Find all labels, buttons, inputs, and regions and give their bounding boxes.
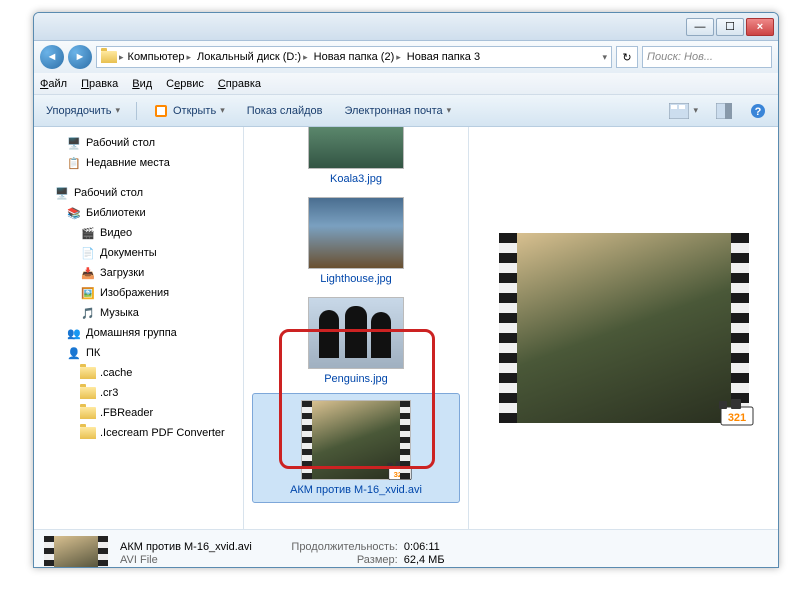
breadcrumb-label[interactable]: Новая папка (2) xyxy=(314,51,395,63)
maximize-button[interactable]: ☐ xyxy=(716,18,744,36)
close-button[interactable]: × xyxy=(746,18,774,36)
titlebar: — ☐ × xyxy=(34,13,778,41)
breadcrumb: Локальный диск (D:)▸ xyxy=(195,51,310,63)
chevron-down-icon[interactable]: ▾ xyxy=(602,52,607,63)
back-button[interactable]: ◄ xyxy=(40,45,64,69)
tree-item-desktop[interactable]: 🖥️Рабочий стол xyxy=(38,133,239,153)
downloads-icon: 📥 xyxy=(80,265,96,281)
tree-item-folder[interactable]: .cache xyxy=(38,363,239,383)
svg-text:321: 321 xyxy=(727,412,745,424)
breadcrumb-label[interactable]: Компьютер xyxy=(128,51,185,63)
search-input[interactable]: Поиск: Нов... xyxy=(642,46,772,68)
video-icon: 🎬 xyxy=(80,225,96,241)
tree-item-music[interactable]: 🎵Музыка xyxy=(38,303,239,323)
tree-item-pictures[interactable]: 🖼️Изображения xyxy=(38,283,239,303)
breadcrumb: Новая папка 3 xyxy=(405,51,482,63)
email-button[interactable]: Электронная почта ▾ xyxy=(338,103,457,119)
toolbar: Упорядочить ▾ Открыть ▾ Показ слайдов Эл… xyxy=(34,95,778,127)
minimize-button[interactable]: — xyxy=(686,18,714,36)
file-label: Lighthouse.jpg xyxy=(248,273,464,285)
breadcrumb: Компьютер▸ xyxy=(126,51,193,63)
status-width-label: Ширина кадра: xyxy=(120,567,400,569)
file-item[interactable]: Koala3.jpg xyxy=(244,127,468,191)
tree-item-folder[interactable]: .FBReader xyxy=(38,403,239,423)
desktop-icon: 🖥️ xyxy=(66,135,82,151)
file-label: АКМ против М-16_xvid.avi xyxy=(257,484,455,496)
file-item[interactable]: Lighthouse.jpg xyxy=(244,191,468,291)
organize-button[interactable]: Упорядочить ▾ xyxy=(40,103,126,119)
folder-icon xyxy=(80,365,96,381)
open-button[interactable]: Открыть ▾ xyxy=(147,101,231,121)
chevron-right-icon: ▸ xyxy=(119,52,124,63)
tree-item-folder[interactable]: .Icecream PDF Converter xyxy=(38,423,239,443)
desktop-icon: 🖥️ xyxy=(54,185,70,201)
status-bar: АКМ против М-16_xvid.avi Продолжительнос… xyxy=(34,529,778,568)
file-item[interactable]: Penguins.jpg xyxy=(244,291,468,391)
mpc-icon: 321 xyxy=(717,399,757,429)
tree-item-documents[interactable]: 📄Документы xyxy=(38,243,239,263)
forward-button[interactable]: ► xyxy=(68,45,92,69)
folder-icon xyxy=(80,385,96,401)
slideshow-button[interactable]: Показ слайдов xyxy=(241,103,329,119)
file-label: Penguins.jpg xyxy=(248,373,464,385)
homegroup-icon: 👥 xyxy=(66,325,82,341)
preview-pane: 321 xyxy=(469,127,778,529)
tree-item-folder[interactable]: .cr3 xyxy=(38,383,239,403)
preview-thumbnail: 321 xyxy=(499,233,749,423)
refresh-button[interactable]: ↻ xyxy=(616,46,638,68)
view-options-button[interactable]: ▾ xyxy=(663,101,704,121)
file-item-selected[interactable]: 321 АКМ против М-16_xvid.avi xyxy=(252,393,460,503)
status-width: 320 xyxy=(406,567,424,569)
chevron-right-icon: ▸ xyxy=(396,52,401,63)
status-length-label: Продолжительность: xyxy=(258,541,398,553)
file-list: Koala3.jpg Lighthouse.jpg Penguins.jpg xyxy=(244,127,469,529)
menu-tools[interactable]: Сервис xyxy=(166,78,204,90)
svg-text:?: ? xyxy=(755,106,762,118)
tree-item-downloads[interactable]: 📥Загрузки xyxy=(38,263,239,283)
pictures-icon: 🖼️ xyxy=(80,285,96,301)
preview-pane-button[interactable] xyxy=(710,101,738,121)
menu-bar: Файл Правка Вид Сервис Справка xyxy=(34,73,778,95)
folder-icon xyxy=(101,49,117,65)
docs-icon: 📄 xyxy=(80,245,96,261)
status-filetype: AVI File xyxy=(120,554,158,566)
tree-item-desktop-root[interactable]: 🖥️Рабочий стол xyxy=(38,183,239,203)
menu-edit[interactable]: Правка xyxy=(81,78,118,90)
user-icon: 👤 xyxy=(66,345,82,361)
address-bar[interactable]: ▸ Компьютер▸ Локальный диск (D:)▸ Новая … xyxy=(96,46,612,68)
menu-view[interactable]: Вид xyxy=(132,78,152,90)
navigation-pane: 🖥️Рабочий стол 📋Недавние места 🖥️Рабочий… xyxy=(34,127,244,529)
status-size: 62,4 МБ xyxy=(404,554,445,566)
app-icon xyxy=(153,103,169,119)
status-size-label: Размер: xyxy=(164,554,398,566)
recent-icon: 📋 xyxy=(66,155,82,171)
folder-icon xyxy=(80,425,96,441)
menu-file[interactable]: Файл xyxy=(40,78,67,90)
folder-icon xyxy=(80,405,96,421)
chevron-right-icon: ▸ xyxy=(303,52,308,63)
breadcrumb: Новая папка (2)▸ xyxy=(312,51,403,63)
menu-help[interactable]: Справка xyxy=(218,78,261,90)
tree-item-homegroup[interactable]: 👥Домашняя группа xyxy=(38,323,239,343)
breadcrumb-label[interactable]: Локальный диск (D:) xyxy=(197,51,301,63)
help-button[interactable]: ? xyxy=(744,101,772,121)
tree-item-videos[interactable]: 🎬Видео xyxy=(38,223,239,243)
music-icon: 🎵 xyxy=(80,305,96,321)
tree-item-libraries[interactable]: 📚Библиотеки xyxy=(38,203,239,223)
file-label: Koala3.jpg xyxy=(248,173,464,185)
libraries-icon: 📚 xyxy=(66,205,82,221)
chevron-right-icon: ▸ xyxy=(186,52,191,63)
status-length: 0:06:11 xyxy=(404,541,440,553)
tree-item-recent[interactable]: 📋Недавние места xyxy=(38,153,239,173)
status-filename: АКМ против М-16_xvid.avi xyxy=(120,541,252,553)
mpc-icon: 321 xyxy=(386,461,414,483)
breadcrumb-label[interactable]: Новая папка 3 xyxy=(407,51,480,63)
tree-item-pc[interactable]: 👤ПК xyxy=(38,343,239,363)
svg-text:321: 321 xyxy=(394,470,408,479)
status-thumbnail xyxy=(44,536,108,569)
explorer-window: — ☐ × ◄ ► ▸ Компьютер▸ Локальный диск (D… xyxy=(33,12,779,568)
nav-bar: ◄ ► ▸ Компьютер▸ Локальный диск (D:)▸ Но… xyxy=(34,41,778,73)
